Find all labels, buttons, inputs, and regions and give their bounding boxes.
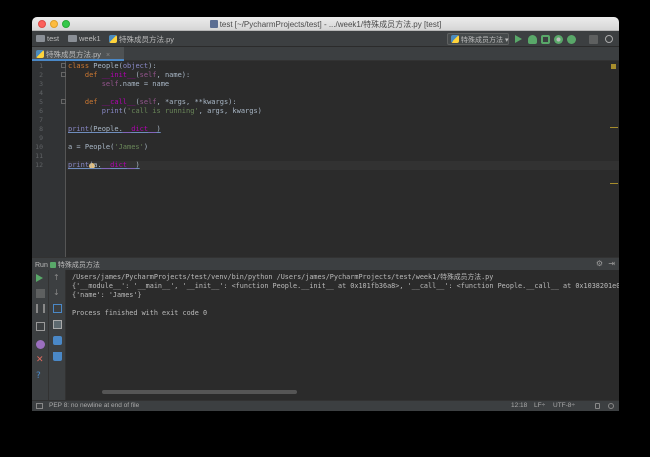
line-number: 11: [35, 152, 43, 160]
line-separator[interactable]: LF÷: [534, 402, 545, 409]
run-icon[interactable]: [515, 35, 522, 43]
caret-position[interactable]: 12:18: [511, 402, 527, 409]
fold-icon[interactable]: [61, 72, 66, 77]
folder-icon: [68, 35, 77, 42]
line-number: 6: [39, 107, 43, 115]
breadcrumb-folder[interactable]: week1: [68, 34, 101, 43]
breadcrumb-file[interactable]: 特殊成员方法.py: [109, 34, 174, 45]
run-console[interactable]: /Users/james/PycharmProjects/test/venv/b…: [69, 272, 619, 397]
inspector-icon[interactable]: [608, 403, 614, 409]
code-line: def __init__(self, name):: [84, 71, 191, 79]
fold-icon[interactable]: [61, 63, 66, 68]
code-line: print(a.__dict__): [68, 161, 140, 169]
line-number: 12: [35, 161, 43, 169]
gear-icon[interactable]: ⚙: [596, 259, 603, 268]
console-line: {'__module__': '__main__', '__init__': <…: [72, 282, 619, 290]
python-file-icon: [451, 35, 459, 43]
window-title: test [~/PycharmProjects/test] - .../week…: [219, 20, 442, 29]
window-title-wrap: test [~/PycharmProjects/test] - .../week…: [32, 19, 619, 30]
code-editor[interactable]: 1 2 3 4 5 6 7 8 9 10 11 12 class People(…: [32, 61, 619, 257]
chevron-down-icon: ▾: [504, 37, 509, 44]
editor-tab-bar: 特殊成员方法.py ×: [32, 47, 619, 61]
tool-windows-toggle-icon[interactable]: [36, 403, 43, 409]
run-toolbar-secondary: ↑ ↓: [49, 270, 66, 401]
title-bar: test [~/PycharmProjects/test] - .../week…: [32, 17, 619, 31]
run-title: Run: [35, 262, 48, 269]
arrow-down-icon[interactable]: ↓: [53, 289, 62, 298]
line-number: 4: [39, 89, 43, 97]
stop-icon[interactable]: [36, 289, 45, 298]
close-icon[interactable]: ✕: [36, 356, 45, 365]
console-line: Process finished with exit code 0: [72, 309, 208, 317]
navigation-bar: test week1 特殊成员方法.py 特殊成员方法 ▾: [32, 31, 619, 47]
line-number: 8: [39, 125, 43, 133]
status-message: PEP 8: no newline at end of file: [49, 402, 140, 409]
current-line-highlight: [67, 161, 619, 170]
python-file-icon: [36, 50, 44, 58]
layout-icon[interactable]: [36, 322, 45, 331]
python-run-icon: [49, 262, 56, 268]
project-icon: [209, 20, 218, 28]
line-number: 5: [39, 98, 43, 106]
warning-marker[interactable]: [610, 127, 618, 128]
line-number: 1: [39, 62, 43, 70]
print-icon[interactable]: [53, 336, 62, 345]
ide-window: test [~/PycharmProjects/test] - .../week…: [32, 17, 619, 411]
fold-icon[interactable]: [61, 99, 66, 104]
line-number: 10: [35, 143, 43, 151]
arrow-up-icon[interactable]: ↑: [53, 274, 62, 283]
rerun-icon[interactable]: [36, 274, 43, 282]
stop-icon[interactable]: [589, 35, 598, 44]
pause-icon[interactable]: [36, 304, 45, 313]
run-configuration-select[interactable]: 特殊成员方法 ▾: [447, 33, 509, 45]
scroll-to-end-icon[interactable]: [53, 320, 62, 329]
soft-wrap-icon[interactable]: [53, 304, 62, 313]
line-number: 7: [39, 116, 43, 124]
help-icon[interactable]: ?: [36, 372, 45, 381]
line-number: 3: [39, 80, 43, 88]
tab-file[interactable]: 特殊成员方法.py ×: [32, 47, 124, 61]
code-line: self.name = name: [101, 80, 170, 88]
breadcrumb-project[interactable]: test: [36, 34, 59, 43]
console-line: {'name': 'James'}: [72, 291, 142, 299]
line-number: 2: [39, 71, 43, 79]
code-line: a = People('James'): [68, 143, 149, 151]
inspection-status-icon[interactable]: [611, 64, 616, 69]
close-tab-icon[interactable]: ×: [106, 52, 110, 59]
lock-icon[interactable]: [595, 403, 600, 409]
profile-icon[interactable]: [554, 35, 563, 44]
python-file-icon: [109, 35, 117, 43]
code-line: class People(object):: [68, 62, 157, 70]
hide-panel-icon[interactable]: ⇥: [608, 259, 615, 268]
trash-icon[interactable]: [53, 352, 62, 361]
search-icon[interactable]: [605, 35, 613, 43]
concurrency-icon[interactable]: [567, 35, 576, 44]
console-line: /Users/james/PycharmProjects/test/venv/b…: [72, 273, 494, 281]
run-tool-window: Run 特殊成员方法 ⚙ ⇥ ✕ ? ↑ ↓ /Users/james/Pycha…: [32, 257, 619, 401]
code-line: print(People.__dict__): [68, 125, 161, 133]
line-number: 9: [39, 134, 43, 142]
coverage-icon[interactable]: [541, 35, 550, 44]
run-config-name: 特殊成员方法: [57, 262, 100, 269]
code-line: print('call is running', args, kwargs): [101, 107, 262, 115]
status-bar: PEP 8: no newline at end of file 12:18 L…: [32, 400, 619, 411]
line-gutter: 1 2 3 4 5 6 7 8 9 10 11 12: [32, 61, 66, 257]
debug-icon[interactable]: [528, 35, 537, 44]
file-encoding[interactable]: UTF-8÷: [553, 402, 575, 409]
run-header: Run 特殊成员方法 ⚙ ⇥: [32, 258, 619, 270]
run-toolbar-primary: ✕ ?: [32, 270, 49, 401]
warning-marker[interactable]: [610, 183, 618, 184]
pin-icon[interactable]: [36, 340, 45, 349]
code-line: def __call__(self, *args, **kwargs):: [84, 98, 237, 106]
folder-icon: [36, 35, 45, 42]
console-horizontal-scrollbar[interactable]: [102, 390, 297, 394]
